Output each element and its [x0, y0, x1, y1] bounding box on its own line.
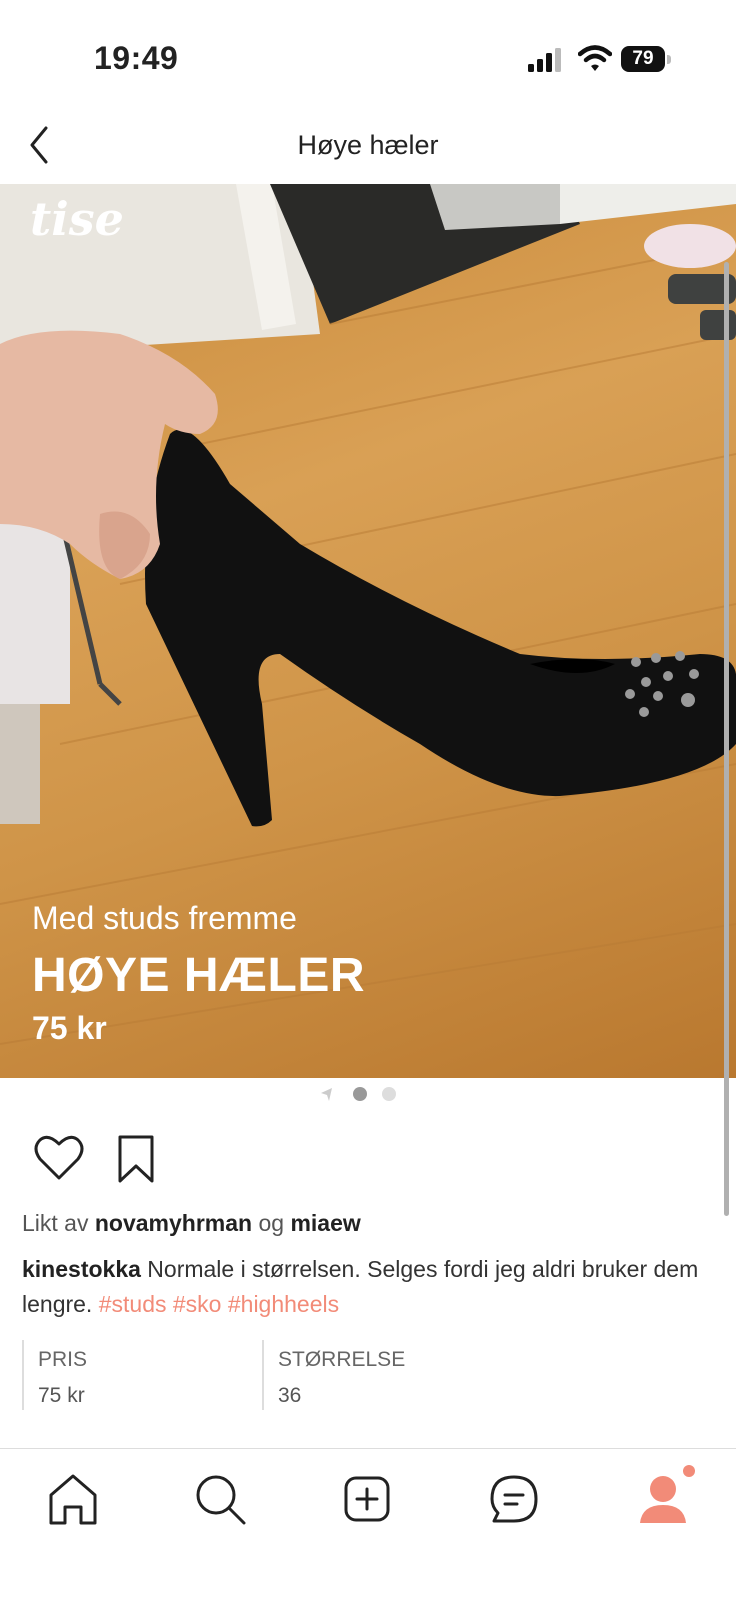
notification-dot: [683, 1465, 695, 1477]
liked-by: Likt av novamyhrman og miaew: [22, 1210, 361, 1237]
add-icon[interactable]: [337, 1469, 397, 1529]
photo-subtitle: Med studs fremme: [32, 900, 297, 936]
signal-icon: [528, 48, 561, 72]
battery-cap: [667, 55, 671, 64]
battery-icon: 79: [621, 46, 671, 72]
page-dot: [382, 1087, 396, 1101]
tab-bar: [0, 1448, 736, 1601]
product-photo[interactable]: tise Med studs fremme HØYE HÆLER 75 kr: [0, 184, 736, 1078]
search-icon[interactable]: [190, 1469, 250, 1529]
hashtag[interactable]: #highheels: [228, 1291, 339, 1317]
hashtag[interactable]: #studs: [99, 1291, 167, 1317]
seller-username[interactable]: kinestokka: [22, 1256, 141, 1282]
price-value: 75 kr: [38, 1384, 85, 1407]
battery-level: 79: [621, 46, 665, 72]
status-time: 19:49: [94, 40, 179, 76]
description: kinestokka Normale i størrelsen. Selges …: [22, 1252, 712, 1322]
page-indicator[interactable]: [320, 1084, 420, 1104]
size-label: STØRRELSE: [278, 1348, 406, 1371]
size-info: STØRRELSE 36: [262, 1340, 405, 1410]
profile-icon[interactable]: [632, 1459, 702, 1529]
size-value: 36: [278, 1384, 302, 1407]
bookmark-icon[interactable]: [114, 1134, 158, 1184]
tise-logo: tise: [30, 192, 124, 246]
price-info: PRIS 75 kr: [22, 1340, 87, 1410]
liked-by-user[interactable]: miaew: [290, 1210, 360, 1236]
photo-price: 75 kr: [32, 1010, 107, 1046]
home-icon[interactable]: [43, 1469, 103, 1529]
location-arrow-icon: [321, 1088, 332, 1101]
page-dot-active: [353, 1087, 367, 1101]
wifi-icon: [578, 45, 612, 71]
status-bar: 19:49 79: [0, 0, 736, 110]
chat-icon[interactable]: [484, 1469, 544, 1529]
liked-by-conj: og: [258, 1210, 285, 1236]
nav-bar: Høye hæler: [0, 110, 736, 184]
photo-title: HØYE HÆLER: [32, 949, 366, 1002]
hashtag[interactable]: #sko: [173, 1291, 222, 1317]
heart-icon[interactable]: [34, 1134, 84, 1182]
liked-by-prefix: Likt av: [22, 1210, 89, 1236]
scrollbar[interactable]: [724, 262, 729, 1216]
liked-by-user[interactable]: novamyhrman: [95, 1210, 252, 1236]
price-label: PRIS: [38, 1348, 88, 1371]
page-title: Høye hæler: [297, 130, 439, 160]
photo-scene: [0, 184, 736, 1045]
